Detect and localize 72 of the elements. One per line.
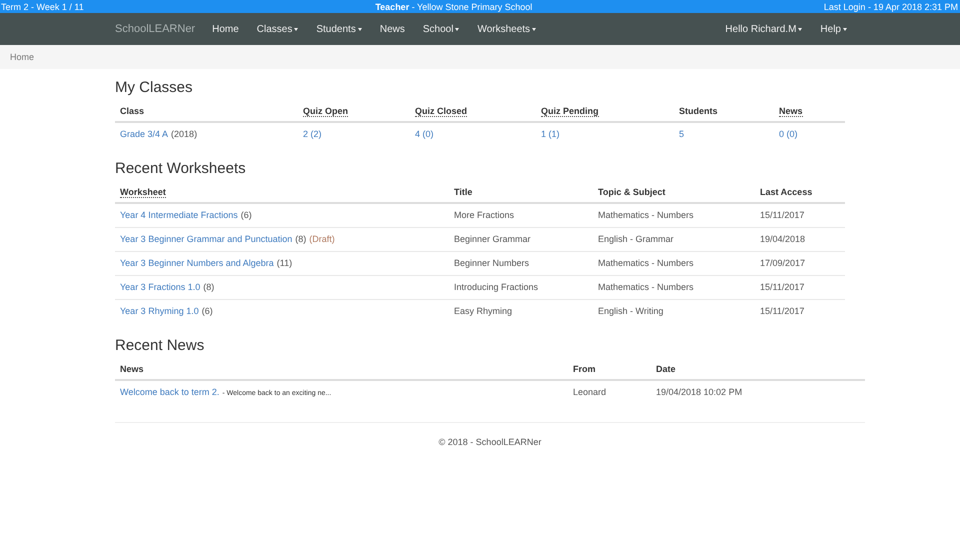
table-link[interactable]: 1 (1)	[541, 129, 560, 139]
table-cell: Beginner Numbers	[454, 258, 530, 268]
table-link[interactable]: 5	[679, 129, 684, 139]
table-link[interactable]: 0 (0)	[779, 129, 798, 139]
table-cell: 19/04/2018	[760, 234, 806, 244]
column-header: News	[120, 364, 144, 374]
caret-icon	[798, 28, 802, 30]
table-cell: Beginner Grammar	[454, 234, 531, 244]
table-cell: Introducing Fractions	[454, 282, 538, 292]
caret-icon	[532, 28, 536, 30]
table-cell: 15/11/2017	[760, 282, 804, 292]
nav-dropdown[interactable]: Hello Richard.M	[716, 24, 812, 34]
sortable-column-header[interactable]: Worksheet	[120, 187, 166, 198]
nav-dropdown[interactable]: Help	[811, 24, 856, 34]
breadcrumb-item[interactable]: Home	[10, 52, 34, 62]
section-title: My Classes	[115, 79, 194, 96]
column-header: Title	[454, 187, 472, 197]
sortable-column-header[interactable]: Quiz Closed	[415, 106, 468, 117]
sortable-column-header[interactable]: Quiz Pending	[541, 106, 598, 117]
section-title: Recent Worksheets	[115, 160, 247, 177]
last-login-label: Last Login - 19 Apr 2018 2:31 PM	[824, 2, 958, 12]
column-header: Date	[656, 364, 676, 374]
column-header: Topic & Subject	[598, 187, 666, 197]
table-cell: (2018)	[171, 129, 198, 139]
logo[interactable]: SchoolLEARNer	[115, 23, 196, 35]
caret-icon	[358, 28, 362, 30]
term-label: Term 2 - Week 1 / 11	[1, 2, 84, 12]
table-link[interactable]: Year 3 Fractions 1.0	[120, 282, 200, 292]
caret-icon	[455, 28, 460, 30]
sortable-column-header[interactable]: Quiz Open	[303, 106, 348, 117]
table-cell: Easy Rhyming	[454, 306, 512, 316]
nav-dropdown[interactable]: Classes	[248, 24, 308, 34]
table-link[interactable]: Year 3 Rhyming 1.0	[120, 306, 199, 316]
table-cell: (6)	[240, 210, 252, 220]
draft-label: (Draft)	[309, 234, 335, 244]
table-cell: (6)	[202, 306, 213, 316]
nav-link[interactable]: News	[370, 24, 414, 34]
column-header: From	[573, 364, 596, 374]
caret-icon	[843, 28, 847, 30]
table-link[interactable]: Year 3 Beginner Grammar and Punctuation	[120, 234, 292, 244]
table-link[interactable]: 2 (2)	[303, 129, 322, 139]
nav-link[interactable]: Home	[203, 24, 248, 34]
table-cell: (8)	[203, 282, 214, 292]
school-label: Teacher - Yellow Stone Primary School	[375, 2, 532, 12]
table-cell: More Fractions	[454, 210, 514, 220]
table-cell: Mathematics - Numbers	[598, 282, 694, 292]
table-cell: 15/11/2017	[760, 306, 804, 316]
footer-text: © 2018 - SchoolLEARNer	[438, 437, 542, 447]
table-link[interactable]: Welcome back to term 2.	[120, 387, 220, 397]
table-cell: Leonard	[573, 387, 606, 397]
column-header: Last Access	[760, 187, 812, 197]
table-cell: (11)	[276, 258, 292, 268]
caret-icon	[294, 28, 298, 30]
table-link[interactable]: Grade 3/4 A	[120, 129, 168, 139]
section-title: Recent News	[115, 337, 206, 354]
table-link[interactable]: Year 4 Intermediate Fractions	[120, 210, 238, 220]
table-cell: English - Grammar	[598, 234, 674, 244]
nav-dropdown[interactable]: School	[414, 24, 468, 34]
column-header: Students	[679, 106, 718, 116]
table-cell: (8)	[295, 234, 306, 244]
table-cell: 15/11/2017	[760, 210, 804, 220]
nav-dropdown[interactable]: Students	[307, 24, 371, 34]
table-link[interactable]: 4 (0)	[415, 129, 434, 139]
table-cell: 19/04/2018 10:02 PM	[656, 387, 742, 397]
table-cell: Mathematics - Numbers	[598, 258, 694, 268]
table-cell: Mathematics - Numbers	[598, 210, 694, 220]
nav-dropdown[interactable]: Worksheets	[468, 24, 546, 34]
sortable-column-header[interactable]: News	[779, 106, 803, 117]
table-cell: English - Writing	[598, 306, 664, 316]
table-link[interactable]: Year 3 Beginner Numbers and Algebra	[120, 258, 274, 268]
table-cell: 17/09/2017	[760, 258, 806, 268]
column-header: Class	[120, 106, 144, 116]
